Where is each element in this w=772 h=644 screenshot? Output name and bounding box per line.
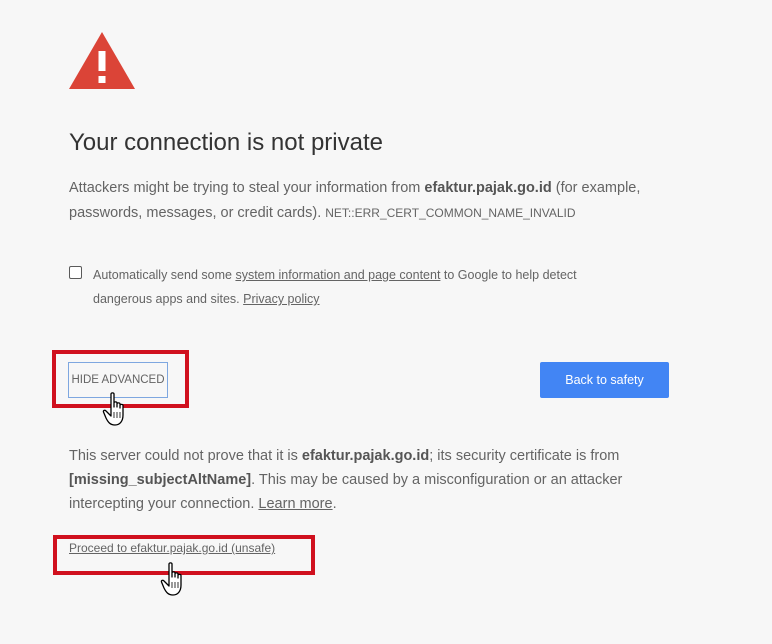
page-title: Your connection is not private	[69, 129, 383, 156]
error-code: NET::ERR_CERT_COMMON_NAME_INVALID	[325, 206, 576, 220]
details-domain: efaktur.pajak.go.id	[301, 448, 430, 464]
warning-triangle-icon	[69, 32, 135, 89]
optin-checkbox[interactable]	[69, 266, 82, 279]
interstitial-page: Your connection is not private Attackers…	[0, 0, 772, 644]
extended-reporting-optin: Automatically send some system informati…	[69, 263, 629, 311]
system-info-link[interactable]: system information and page content	[235, 268, 440, 282]
main-message-prefix: Attackers might be trying to steal your …	[69, 180, 425, 196]
optin-label: Automatically send some system informati…	[93, 268, 577, 306]
main-message-domain: efaktur.pajak.go.id	[424, 180, 552, 196]
hand-cursor-icon	[160, 562, 182, 596]
certificate-name: [missing_subjectAltName]	[69, 472, 252, 488]
main-message: Attackers might be trying to steal your …	[69, 176, 709, 226]
hand-cursor-icon	[102, 392, 124, 426]
details-message: This server could not prove that it is e…	[69, 448, 623, 512]
learn-more-link[interactable]: Learn more	[258, 496, 332, 512]
privacy-policy-link[interactable]: Privacy policy	[243, 292, 319, 306]
back-to-safety-button[interactable]: Back to safety	[540, 362, 669, 398]
